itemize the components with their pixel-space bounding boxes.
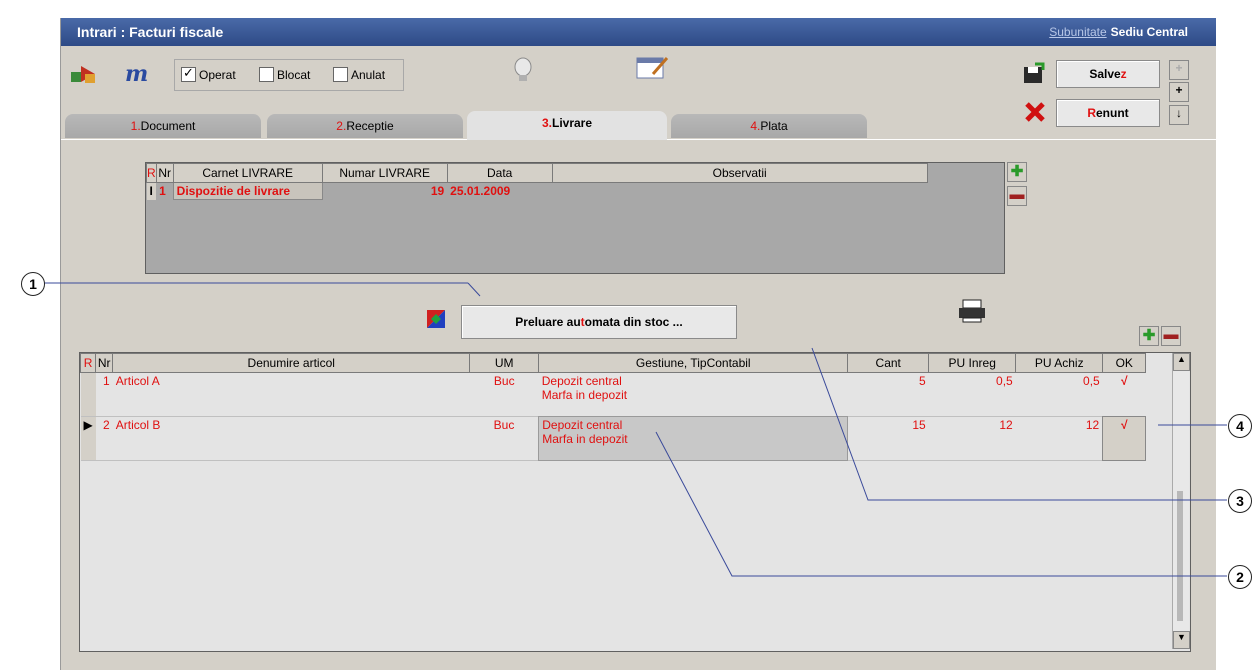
tab-label: Livrare [551, 116, 593, 130]
callout-3-line [811, 347, 1227, 501]
callout-1: 1 [21, 272, 45, 296]
callout-3: 3 [1228, 489, 1252, 513]
callout-2: 2 [1228, 565, 1252, 589]
callout-1-line [467, 282, 481, 297]
callout-4: 4 [1228, 414, 1252, 438]
tab-number: 3. [541, 116, 552, 130]
callout-2-line [655, 431, 1227, 577]
tab-livrare[interactable]: 3.Livrare [467, 111, 667, 140]
callout-lines [44, 282, 1227, 577]
